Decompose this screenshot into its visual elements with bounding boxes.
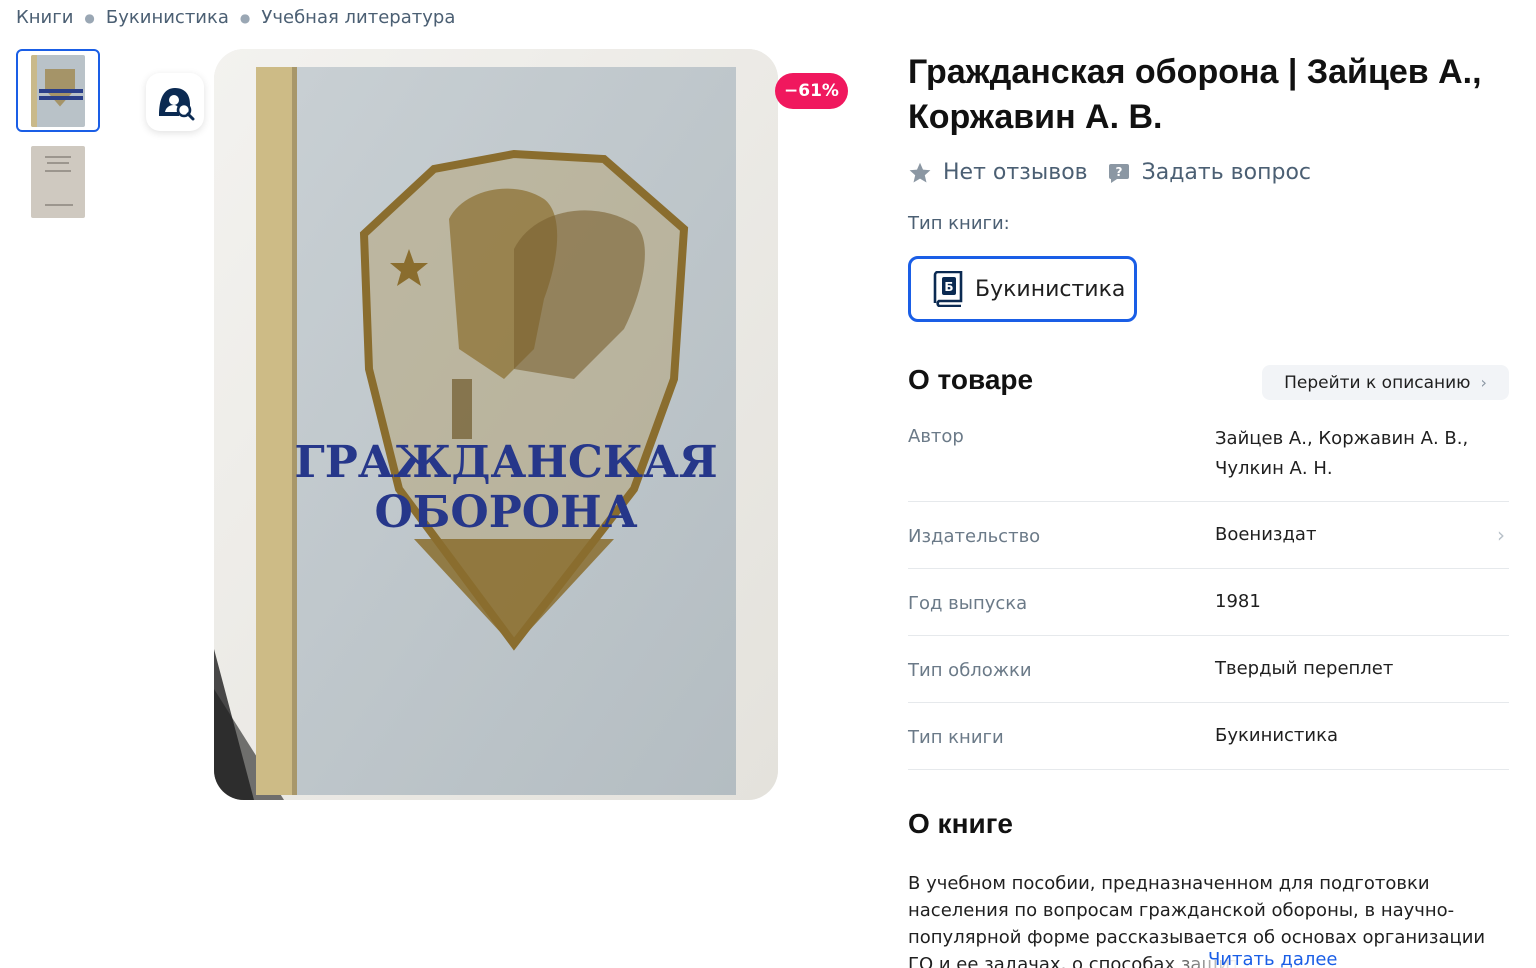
read-more-link[interactable]: Читать далее [1160,949,1338,968]
breadcrumb-item-antique[interactable]: Букинистика [106,7,229,28]
svg-text:Б: Б [944,280,953,294]
zoom-image-button[interactable] [146,73,204,131]
property-row-author: Автор Зайцев А., Коржавин А. В., Чулкин … [908,420,1509,502]
gallery-thumbnail-title-page[interactable] [16,140,100,223]
about-book-heading: О книге [908,808,1013,839]
product-meta-row: Нет отзывов ? Задать вопрос [908,160,1311,185]
property-key: Автор [908,426,964,447]
breadcrumb-item-textbooks[interactable]: Учебная литература [261,7,455,28]
book-cover-illustration: ГРАЖДАНСКАЯ ОБОРОНА [214,49,778,800]
question-bubble-icon: ? [1108,163,1129,183]
product-main-image[interactable]: ГРАЖДАНСКАЯ ОБОРОНА [214,49,778,800]
gallery-thumbnail-cover[interactable] [16,49,100,132]
product-properties: Автор Зайцев А., Коржавин А. В., Чулкин … [908,420,1509,770]
property-value[interactable]: Воениздат [1215,520,1495,568]
property-row-year: Год выпуска 1981 [908,569,1509,636]
star-icon [909,162,931,182]
image-search-icon [159,88,195,121]
book-type-option-label: Букинистика [975,276,1126,302]
property-value[interactable]: Зайцев А., Коржавин А. В., Чулкин А. Н. [1215,420,1495,501]
cover-title-line1: ГРАЖДАНСКАЯ [294,437,717,488]
ask-question-link[interactable]: ? Задать вопрос [1107,160,1311,185]
breadcrumb-separator: ● [239,10,251,25]
property-key: Год выпуска [908,593,1028,614]
goto-description-label: Перейти к описанию [1284,372,1471,393]
discount-badge: −61% [775,73,848,109]
thumbnail-cover-image [31,54,85,127]
property-value: Букинистика [1215,725,1339,746]
property-row-publisher[interactable]: Издательство Воениздат › [908,502,1509,569]
book-type-option[interactable]: Б Букинистика [908,256,1137,322]
chevron-right-icon: › [1497,523,1505,547]
product-title: Гражданская оборона | Зайцев А., Коржави… [908,53,1482,136]
property-value: 1981 [1215,591,1261,612]
breadcrumb-separator: ● [84,10,95,25]
property-key: Тип обложки [908,660,1032,681]
about-product-heading: О товаре [908,364,1034,395]
product-info: Гражданская оборона | Зайцев А., Коржави… [908,50,1518,140]
property-key: Издательство [908,526,1041,547]
goto-description-button[interactable]: Перейти к описанию › [1262,365,1509,400]
thumbnail-title-page-image [31,145,85,218]
property-value: Твердый переплет [1215,658,1394,679]
property-row-cover-type: Тип обложки Твердый переплет [908,636,1509,703]
ask-question-label: Задать вопрос [1141,160,1312,185]
cover-title-line2: ОБОРОНА [374,487,637,538]
book-type-label: Тип книги: [908,213,1010,234]
breadcrumb-item-books[interactable]: Книги [16,7,73,28]
svg-text:?: ? [1115,165,1122,179]
property-key: Тип книги [908,727,1004,748]
book-icon: Б [933,271,963,307]
reviews-label: Нет отзывов [943,160,1088,185]
breadcrumb: Книги ● Букинистика ● Учебная литература [16,7,455,28]
chevron-right-icon: › [1480,373,1487,392]
property-row-book-type: Тип книги Букинистика [908,703,1509,770]
reviews-link[interactable]: Нет отзывов [908,160,1088,185]
